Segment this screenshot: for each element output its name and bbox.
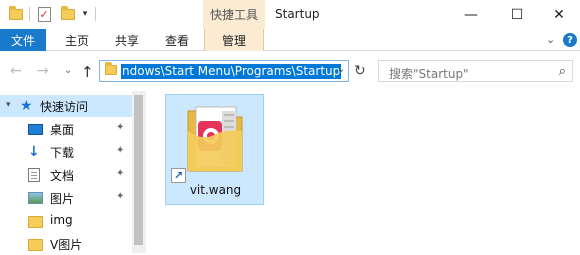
file-item[interactable]: ↗ vit.wang [165, 94, 264, 205]
close-button[interactable]: ✕ [536, 3, 580, 27]
sidebar-item-label: 文档 [50, 169, 75, 183]
pin-icon: ✦ [116, 191, 125, 202]
minimize-button[interactable]: — [448, 3, 494, 27]
divider [29, 7, 30, 21]
search-input[interactable]: 搜索"Startup" ⌕ [378, 60, 573, 82]
sidebar-item-img[interactable]: img [0, 210, 132, 232]
folder-icon [105, 62, 117, 75]
pin-icon: ✦ [116, 122, 125, 133]
search-icon[interactable]: ⌕ [559, 64, 566, 79]
document-icon [28, 168, 44, 182]
scrollbar-thumb[interactable] [134, 95, 143, 245]
window-title: Startup [275, 7, 320, 21]
sidebar-item-quick-access[interactable]: ▾ ★ 快速访问 [0, 95, 132, 117]
back-icon[interactable]: ← [10, 63, 22, 79]
pictures-icon [28, 191, 44, 205]
sidebar-item-label: 下载 [50, 146, 75, 160]
new-folder-icon[interactable] [58, 5, 78, 22]
desktop-icon [28, 122, 44, 136]
sidebar-item-pictures[interactable]: 图片 ✦ [0, 187, 132, 209]
file-name: vit.wang [189, 183, 242, 197]
folder-icon[interactable] [6, 5, 26, 22]
up-icon[interactable]: ↑ [81, 63, 94, 81]
navigation-pane: ▾ ★ 快速访问 桌面 ✦ ↓ 下载 ✦ 文档 ✦ 图片 ✦ img V图片 [0, 91, 150, 253]
sidebar-item-label: 快速访问 [40, 100, 89, 114]
navigation-bar: ← → ⌄ ↑ ndows\Start Menu\Programs\Startu… [0, 51, 580, 91]
sidebar-item-documents[interactable]: 文档 ✦ [0, 164, 132, 186]
search-placeholder: 搜索"Startup" [389, 67, 469, 81]
tab-file[interactable]: 文件 [0, 29, 46, 51]
tab-home[interactable]: 主页 [60, 29, 94, 51]
sidebar-item-desktop[interactable]: 桌面 ✦ [0, 118, 132, 140]
recent-locations-icon[interactable]: ⌄ [64, 65, 72, 76]
divider [95, 7, 96, 21]
forward-icon[interactable]: → [37, 63, 49, 79]
address-text[interactable]: ndows\Start Menu\Programs\Startup [121, 64, 342, 79]
chevron-down-icon[interactable]: ▾ [6, 100, 11, 110]
pin-icon: ✦ [116, 145, 125, 156]
pin-icon: ✦ [116, 168, 125, 179]
chevron-down-icon[interactable]: ⌄ [337, 64, 345, 75]
shortcut-arrow-icon: ↗ [171, 168, 186, 183]
maximize-button[interactable]: ☐ [494, 3, 540, 27]
address-bar[interactable]: ndows\Start Menu\Programs\Startup ⌄ [99, 60, 349, 82]
sidebar-item-label: V图片 [50, 238, 83, 252]
chevron-down-icon[interactable]: ▾ [80, 6, 90, 22]
star-icon: ★ [20, 98, 33, 114]
tab-manage[interactable]: 管理 [204, 29, 264, 51]
tab-share[interactable]: 共享 [110, 29, 144, 51]
help-icon[interactable]: ? [563, 33, 577, 47]
sidebar-item-downloads[interactable]: ↓ 下载 ✦ [0, 141, 132, 163]
folder-icon [28, 214, 44, 228]
properties-icon[interactable] [34, 6, 54, 22]
file-view: ↗ vit.wang [150, 91, 580, 253]
sidebar-item-label: img [50, 213, 73, 227]
folder-shortcut-icon [187, 106, 243, 172]
title-bar: ▾ 快捷工具 Startup — ☐ ✕ [0, 0, 580, 29]
expand-ribbon-icon[interactable]: ⌄ [546, 33, 555, 46]
refresh-icon[interactable]: ↻ [354, 63, 366, 79]
sidebar-item-v-pictures[interactable]: V图片 [0, 233, 132, 255]
download-icon: ↓ [28, 144, 40, 160]
contextual-tab-label: 快捷工具 [203, 0, 265, 29]
sidebar-item-label: 图片 [50, 192, 75, 206]
sidebar-item-label: 桌面 [50, 123, 75, 137]
ribbon-tabs: 文件 主页 共享 查看 管理 ⌄ [0, 29, 580, 51]
tab-view[interactable]: 查看 [160, 29, 194, 51]
folder-icon [28, 237, 44, 251]
